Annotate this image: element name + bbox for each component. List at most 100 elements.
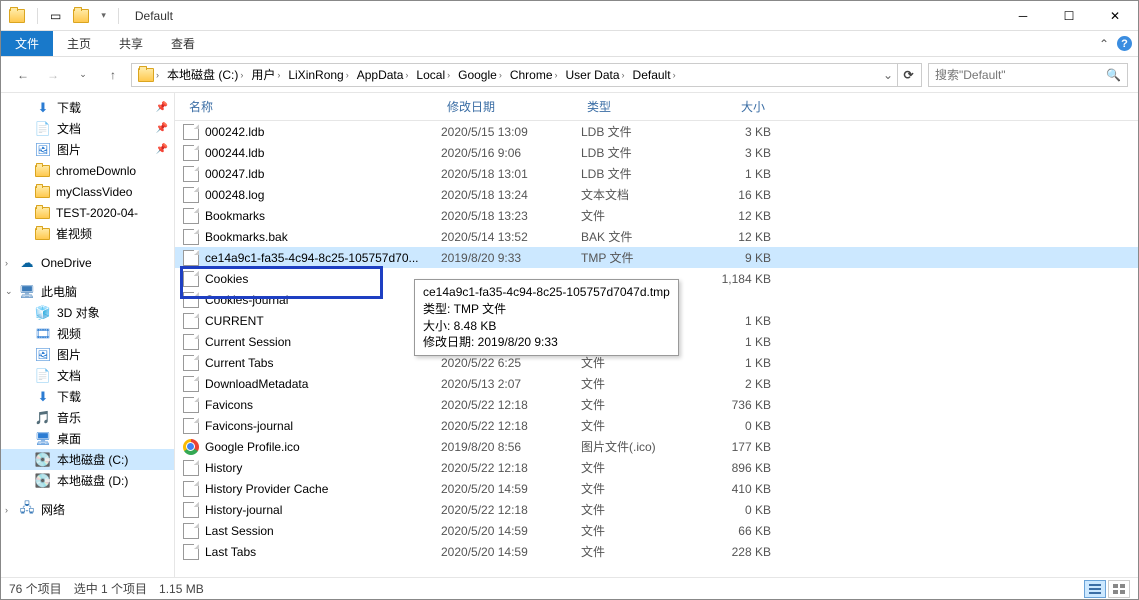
- ribbon-tab-share[interactable]: 共享: [105, 31, 157, 56]
- expand-icon[interactable]: ›: [5, 505, 8, 515]
- file-row[interactable]: Bookmarks2020/5/18 13:23文件12 KB: [175, 205, 1138, 226]
- minimize-button[interactable]: ─: [1000, 1, 1046, 31]
- help-icon[interactable]: ?: [1117, 36, 1132, 51]
- search-icon[interactable]: 🔍: [1106, 68, 1121, 82]
- breadcrumb-segment[interactable]: Local›: [412, 64, 454, 86]
- qat-dropdown[interactable]: [69, 9, 93, 23]
- file-row[interactable]: Last Session2020/5/20 14:59文件66 KB: [175, 520, 1138, 541]
- file-row[interactable]: Favicons2020/5/22 12:18文件736 KB: [175, 394, 1138, 415]
- sidebar-label: 图片: [57, 346, 81, 363]
- maximize-button[interactable]: ☐: [1046, 1, 1092, 31]
- file-icon: [183, 544, 199, 560]
- file-row[interactable]: 000242.ldb2020/5/15 13:09LDB 文件3 KB: [175, 121, 1138, 142]
- breadcrumb-segment[interactable]: LiXinRong›: [284, 64, 352, 86]
- file-row[interactable]: Last Tabs2020/5/20 14:59文件228 KB: [175, 541, 1138, 562]
- file-icon: [183, 334, 199, 350]
- breadcrumb-segment[interactable]: AppData›: [353, 64, 413, 86]
- ribbon-collapse-icon[interactable]: ⌃: [1099, 37, 1109, 51]
- sidebar-item[interactable]: TEST-2020-04-: [1, 202, 174, 223]
- nav-back-button[interactable]: ←: [11, 63, 35, 87]
- file-type: LDB 文件: [581, 144, 701, 161]
- file-row[interactable]: Google Profile.ico2019/8/20 8:56图片文件(.ic…: [175, 436, 1138, 457]
- video-icon: 🎞: [35, 326, 51, 342]
- breadcrumb-segment[interactable]: Default›: [629, 64, 680, 86]
- file-row[interactable]: History2020/5/22 12:18文件896 KB: [175, 457, 1138, 478]
- view-icons-button[interactable]: [1108, 580, 1130, 598]
- column-headers: 名称 修改日期 类型 大小: [175, 93, 1138, 121]
- sidebar-item[interactable]: 🧊3D 对象: [1, 302, 174, 323]
- breadcrumb-dropdown[interactable]: ⌄: [879, 64, 897, 86]
- qat-item[interactable]: ▭: [46, 9, 65, 23]
- sidebar-item[interactable]: ⬇下载: [1, 386, 174, 407]
- breadcrumb-segment[interactable]: 用户›: [247, 64, 284, 86]
- breadcrumb-segment[interactable]: Google›: [454, 64, 506, 86]
- file-row[interactable]: History Provider Cache2020/5/20 14:59文件4…: [175, 478, 1138, 499]
- sidebar-label: OneDrive: [41, 256, 92, 270]
- breadcrumb-label: Chrome: [510, 68, 553, 82]
- sidebar-item[interactable]: 🎞视频: [1, 323, 174, 344]
- file-size: 12 KB: [701, 209, 771, 223]
- file-icon: [183, 460, 199, 476]
- music-icon: 🎵: [35, 410, 51, 426]
- ribbon-tab-view[interactable]: 查看: [157, 31, 209, 56]
- expand-icon[interactable]: ⌄: [5, 286, 13, 297]
- breadcrumb-root-icon[interactable]: ›: [134, 64, 163, 86]
- file-row[interactable]: DownloadMetadata2020/5/13 2:07文件2 KB: [175, 373, 1138, 394]
- nav-history-dropdown[interactable]: ⌄: [71, 63, 95, 87]
- file-row[interactable]: 000244.ldb2020/5/16 9:06LDB 文件3 KB: [175, 142, 1138, 163]
- nav-up-button[interactable]: ↑: [101, 63, 125, 87]
- chevron-right-icon: ›: [346, 70, 349, 80]
- sidebar-item[interactable]: 🖼图片: [1, 344, 174, 365]
- sidebar-thispc[interactable]: ⌄ 🖥 此电脑: [1, 281, 174, 302]
- file-row[interactable]: 000248.log2020/5/18 13:24文本文档16 KB: [175, 184, 1138, 205]
- column-name[interactable]: 名称: [183, 98, 441, 115]
- search-box[interactable]: 🔍: [928, 63, 1128, 87]
- breadcrumb[interactable]: › 本地磁盘 (C:)›用户›LiXinRong›AppData›Local›G…: [131, 63, 922, 87]
- chevron-right-icon: ›: [240, 70, 243, 80]
- sidebar-item[interactable]: 🖥桌面: [1, 428, 174, 449]
- sidebar-item[interactable]: 📄文档📌: [1, 118, 174, 139]
- refresh-button[interactable]: ⟳: [897, 64, 919, 86]
- app-icon[interactable]: [5, 9, 29, 23]
- sidebar-item[interactable]: 💽本地磁盘 (C:): [1, 449, 174, 470]
- breadcrumb-segment[interactable]: User Data›: [562, 64, 629, 86]
- close-button[interactable]: ✕: [1092, 1, 1138, 31]
- sidebar-item[interactable]: chromeDownlo: [1, 160, 174, 181]
- sidebar-item[interactable]: 崔视频: [1, 223, 174, 244]
- search-input[interactable]: [935, 68, 1106, 82]
- column-date[interactable]: 修改日期: [441, 98, 581, 115]
- file-icon: [183, 376, 199, 392]
- sidebar-item[interactable]: 📄文档: [1, 365, 174, 386]
- breadcrumb-segment[interactable]: Chrome›: [506, 64, 562, 86]
- file-row[interactable]: 000247.ldb2020/5/18 13:01LDB 文件1 KB: [175, 163, 1138, 184]
- chevron-right-icon: ›: [622, 70, 625, 80]
- file-type: 文件: [581, 543, 701, 560]
- sidebar-item[interactable]: myClassVideo: [1, 181, 174, 202]
- ribbon-tab-home[interactable]: 主页: [53, 31, 105, 56]
- sidebar-onedrive[interactable]: › ☁ OneDrive: [1, 252, 174, 273]
- file-size: 896 KB: [701, 461, 771, 475]
- file-row[interactable]: ce14a9c1-fa35-4c94-8c25-105757d70...2019…: [175, 247, 1138, 268]
- file-name-cell: Google Profile.ico: [183, 439, 441, 455]
- sidebar-network[interactable]: › 🖧 网络: [1, 499, 174, 520]
- sidebar-item[interactable]: ⬇下载📌: [1, 97, 174, 118]
- column-size[interactable]: 大小: [701, 98, 771, 115]
- ribbon-tab-file[interactable]: 文件: [1, 31, 53, 56]
- view-details-button[interactable]: [1084, 580, 1106, 598]
- sidebar[interactable]: ⬇下载📌📄文档📌🖼图片📌chromeDownlomyClassVideoTEST…: [1, 93, 175, 577]
- sidebar-item[interactable]: 🖼图片📌: [1, 139, 174, 160]
- file-type: BAK 文件: [581, 228, 701, 245]
- file-icon: [183, 523, 199, 539]
- file-row[interactable]: Favicons-journal2020/5/22 12:18文件0 KB: [175, 415, 1138, 436]
- breadcrumb-segment[interactable]: 本地磁盘 (C:)›: [163, 64, 247, 86]
- sidebar-item[interactable]: 🎵音乐: [1, 407, 174, 428]
- file-type: 文件: [581, 459, 701, 476]
- qat-caret[interactable]: ▾: [97, 10, 110, 21]
- column-type[interactable]: 类型: [581, 98, 701, 115]
- sidebar-item[interactable]: 💽本地磁盘 (D:): [1, 470, 174, 491]
- file-row[interactable]: Bookmarks.bak2020/5/14 13:52BAK 文件12 KB: [175, 226, 1138, 247]
- file-name: ce14a9c1-fa35-4c94-8c25-105757d70...: [205, 251, 419, 265]
- file-row[interactable]: History-journal2020/5/22 12:18文件0 KB: [175, 499, 1138, 520]
- expand-icon[interactable]: ›: [5, 258, 8, 268]
- file-name: Cookies-journal: [205, 293, 288, 307]
